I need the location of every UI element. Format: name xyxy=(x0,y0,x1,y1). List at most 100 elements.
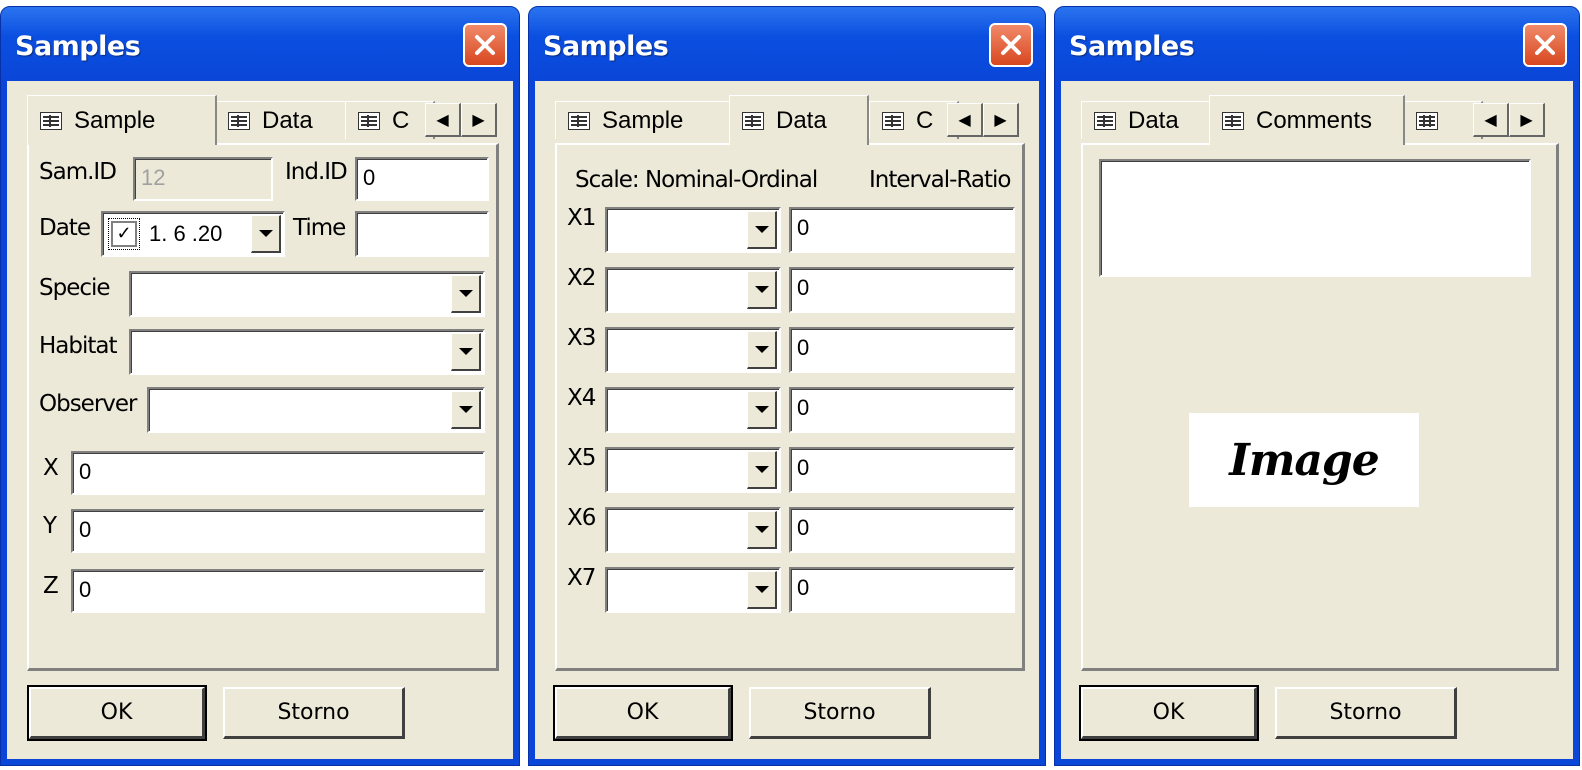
nominal-select[interactable] xyxy=(605,387,781,433)
title-bar[interactable]: Samples xyxy=(1,7,519,81)
ok-button[interactable]: OK xyxy=(1079,685,1259,741)
dialog-client: Sample Data C ◀ ▶ Sam.ID 12 Ind.ID 0 Dat… xyxy=(7,81,513,759)
interval-value-field[interactable]: 0 xyxy=(789,567,1015,613)
chevron-down-icon[interactable] xyxy=(251,215,281,253)
tab-label: Sample xyxy=(74,106,156,134)
row-label: X4 xyxy=(567,385,596,411)
interval-value-field[interactable]: 0 xyxy=(789,447,1015,493)
specie-select[interactable] xyxy=(129,271,485,317)
tab-label: Comments xyxy=(1256,106,1373,134)
z-label: Z xyxy=(43,573,59,599)
nominal-select[interactable] xyxy=(605,447,781,493)
tab-comments[interactable]: Comments xyxy=(1209,95,1405,145)
form-icon xyxy=(1094,111,1116,130)
dialog-client: Data Comments ◀ ▶ Image OK Storno xyxy=(1061,81,1573,759)
observer-select[interactable] xyxy=(147,387,485,433)
chevron-down-icon[interactable] xyxy=(451,391,481,429)
tab-label: C xyxy=(916,106,934,134)
interval-value-field[interactable]: 0 xyxy=(789,207,1015,253)
arrow-right-icon[interactable]: ▶ xyxy=(983,103,1019,137)
close-button[interactable] xyxy=(989,23,1033,67)
arrow-left-icon[interactable]: ◀ xyxy=(425,103,461,137)
close-icon xyxy=(1001,35,1021,55)
ok-button[interactable]: OK xyxy=(27,685,207,741)
title-bar[interactable]: Samples xyxy=(1055,7,1579,81)
form-icon xyxy=(882,111,904,130)
chevron-down-icon[interactable] xyxy=(747,331,777,369)
tab-extra[interactable] xyxy=(1403,101,1483,139)
tab-panel: Sam.ID 12 Ind.ID 0 Date ✓ 1. 6 .20 Time … xyxy=(27,143,499,671)
comments-textarea[interactable] xyxy=(1099,159,1531,277)
arrow-left-icon[interactable]: ◀ xyxy=(1473,103,1509,137)
chevron-down-icon[interactable] xyxy=(451,333,481,371)
storno-button[interactable]: Storno xyxy=(749,687,931,739)
tab-data[interactable]: Data xyxy=(729,95,869,145)
x-field[interactable]: 0 xyxy=(71,451,485,495)
chevron-down-icon[interactable] xyxy=(747,391,777,429)
habitat-select[interactable] xyxy=(129,329,485,375)
close-button[interactable] xyxy=(1523,23,1567,67)
tab-sample[interactable]: Sample xyxy=(27,95,217,145)
row-label: X1 xyxy=(567,205,596,231)
y-label: Y xyxy=(43,513,57,539)
ind-id-field[interactable]: 0 xyxy=(355,157,489,201)
image-label: Image xyxy=(1229,434,1379,486)
tab-data[interactable]: Data xyxy=(1081,101,1213,139)
y-field[interactable]: 0 xyxy=(71,509,485,553)
time-label: Time xyxy=(293,215,346,241)
storno-button[interactable]: Storno xyxy=(223,687,405,739)
tab-scroll-buttons: ◀ ▶ xyxy=(1473,103,1545,137)
nominal-select[interactable] xyxy=(605,267,781,313)
dialog-client: Sample Data C ◀ ▶ Scale: Nominal-Ordinal… xyxy=(535,81,1039,759)
interval-value-field[interactable]: 0 xyxy=(789,327,1015,373)
sam-id-label: Sam.ID xyxy=(39,159,117,185)
chevron-down-icon[interactable] xyxy=(451,275,481,313)
tab-sample[interactable]: Sample xyxy=(555,101,733,139)
chevron-down-icon[interactable] xyxy=(747,211,777,249)
row-label: X2 xyxy=(567,265,596,291)
nominal-select[interactable] xyxy=(605,327,781,373)
chevron-down-icon[interactable] xyxy=(747,511,777,549)
tab-panel: Scale: Nominal-Ordinal Interval-Ratio X1… xyxy=(555,143,1025,671)
date-picker[interactable]: ✓ 1. 6 .20 xyxy=(101,211,285,257)
arrow-right-icon[interactable]: ▶ xyxy=(1509,103,1545,137)
window-title: Samples xyxy=(15,31,141,62)
tab-comments[interactable]: C xyxy=(869,101,959,139)
tab-scroll-buttons: ◀ ▶ xyxy=(947,103,1019,137)
tab-data[interactable]: Data xyxy=(215,101,347,139)
date-checkbox[interactable]: ✓ xyxy=(108,218,140,250)
z-field[interactable]: 0 xyxy=(71,569,485,613)
chevron-down-icon[interactable] xyxy=(747,271,777,309)
title-bar[interactable]: Samples xyxy=(529,7,1045,81)
nominal-select[interactable] xyxy=(605,507,781,553)
observer-label: Observer xyxy=(39,391,138,417)
close-icon xyxy=(475,35,495,55)
interval-value-field[interactable]: 0 xyxy=(789,267,1015,313)
chevron-down-icon[interactable] xyxy=(747,571,777,609)
tab-label: Sample xyxy=(602,106,684,134)
habitat-label: Habitat xyxy=(39,333,118,359)
image-placeholder: Image xyxy=(1189,413,1419,507)
time-field[interactable] xyxy=(355,211,489,257)
samples-window-sample-tab: Samples Sample Data C ◀ ▶ Sam.ID 12 Ind.… xyxy=(0,6,520,766)
arrow-right-icon[interactable]: ▶ xyxy=(461,103,497,137)
tab-comments[interactable]: C xyxy=(345,101,435,139)
row-label: X7 xyxy=(567,565,596,591)
scale-label: Scale: Nominal-Ordinal xyxy=(575,167,818,193)
close-icon xyxy=(1535,35,1555,55)
ok-button[interactable]: OK xyxy=(553,685,733,741)
interval-ratio-label: Interval-Ratio xyxy=(869,167,1011,193)
interval-value-field[interactable]: 0 xyxy=(789,387,1015,433)
nominal-select[interactable] xyxy=(605,207,781,253)
nominal-select[interactable] xyxy=(605,567,781,613)
interval-value-field[interactable]: 0 xyxy=(789,507,1015,553)
chevron-down-icon[interactable] xyxy=(747,451,777,489)
tab-label: Data xyxy=(1128,106,1179,134)
row-label: X3 xyxy=(567,325,596,351)
window-title: Samples xyxy=(1069,31,1195,62)
storno-button[interactable]: Storno xyxy=(1275,687,1457,739)
form-icon xyxy=(742,111,764,130)
arrow-left-icon[interactable]: ◀ xyxy=(947,103,983,137)
close-button[interactable] xyxy=(463,23,507,67)
tab-scroll-buttons: ◀ ▶ xyxy=(425,103,497,137)
